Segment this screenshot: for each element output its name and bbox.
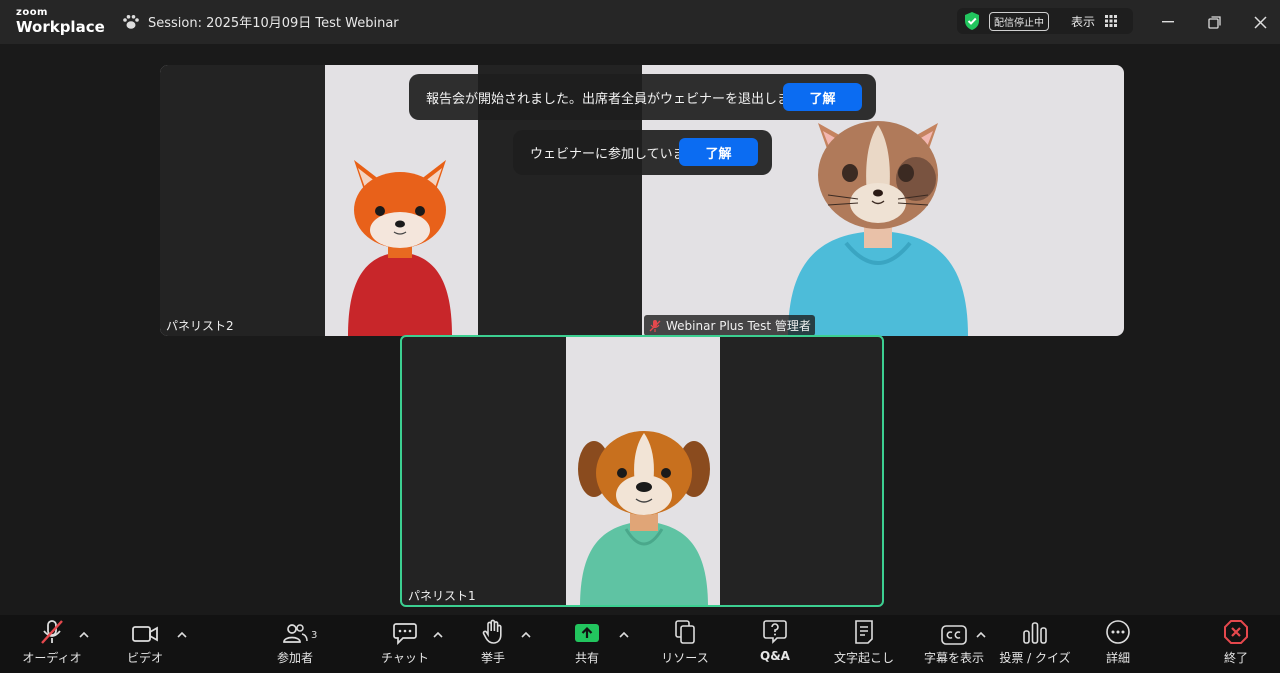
- participants-button[interactable]: 参加者: [265, 615, 325, 673]
- polls-button[interactable]: 投票 / クイズ: [998, 615, 1072, 673]
- participant-name: パネリスト1: [408, 589, 476, 603]
- resources-label: リソース: [661, 651, 709, 665]
- qa-label: Q&A: [760, 649, 790, 663]
- shield-check-icon: [965, 12, 979, 30]
- toast-message: 報告会が開始されました。出席者全員がウェビナーを退出しました。: [426, 91, 830, 107]
- captions-label: 字幕を表示: [923, 651, 984, 665]
- chevron-up-icon[interactable]: [976, 631, 986, 639]
- more-button[interactable]: 詳細: [1088, 615, 1148, 673]
- zoom-workplace-logo: zoom Workplace: [16, 8, 105, 35]
- raise-hand-button[interactable]: 挙手: [463, 615, 523, 673]
- end-call-icon: [1224, 620, 1248, 644]
- cat-avatar: [788, 121, 968, 336]
- participants-label: 参加者: [276, 651, 313, 665]
- toast-message: ウェビナーに参加しています: [530, 147, 699, 162]
- minimize-button[interactable]: [1156, 10, 1180, 34]
- close-icon: [1253, 15, 1267, 29]
- notification-toast: 報告会が開始されました。出席者全員がウェビナーを退出しました。 了解: [409, 74, 876, 120]
- active-speaker-video: パネリスト1: [400, 335, 884, 607]
- transcript-icon: [855, 620, 873, 644]
- logo-zoom-text: zoom: [16, 7, 48, 18]
- ok-button[interactable]: 了解: [679, 138, 758, 166]
- zoom-webinar-window: zoom Workplace Session: 2025年10月09日 Test…: [0, 0, 1280, 673]
- resources-icon: [675, 620, 695, 644]
- notification-toast: ウェビナーに参加しています 了解: [513, 130, 772, 175]
- ok-button[interactable]: 了解: [783, 83, 862, 111]
- video-name-tag: パネリスト1: [404, 585, 480, 605]
- chevron-up-icon[interactable]: [79, 631, 89, 639]
- end-label: 終了: [1223, 651, 1248, 665]
- chevron-up-icon[interactable]: [521, 631, 531, 639]
- qa-button[interactable]: Q&A: [745, 615, 805, 673]
- closed-caption-icon: [941, 625, 967, 645]
- chevron-up-icon[interactable]: [433, 631, 443, 639]
- chevron-up-icon[interactable]: [177, 631, 187, 639]
- muted-mic-icon: [649, 319, 661, 332]
- more-label: 詳細: [1105, 651, 1130, 665]
- restore-button[interactable]: [1202, 10, 1226, 34]
- transcript-label: 文字起こし: [834, 651, 895, 665]
- raise-hand-label: 挙手: [480, 651, 505, 665]
- video-name-tag: パネリスト2: [162, 315, 238, 336]
- resources-button[interactable]: リソース: [655, 615, 715, 673]
- chat-button[interactable]: チャット: [375, 615, 435, 673]
- poll-icon: [1023, 622, 1047, 644]
- dog-avatar: [578, 431, 710, 605]
- captions-button[interactable]: 字幕を表示: [922, 615, 986, 673]
- chat-label: チャット: [381, 651, 429, 665]
- status-pill[interactable]: 配信停止中 表示: [957, 8, 1133, 34]
- chevron-up-icon[interactable]: [619, 631, 629, 639]
- fox-avatar: [348, 160, 452, 336]
- participants-count: 3: [311, 630, 318, 641]
- muted-mic-icon: [41, 620, 63, 644]
- polls-label: 投票 / クイズ: [999, 651, 1071, 665]
- restore-icon: [1207, 15, 1221, 29]
- more-icon: [1106, 620, 1130, 644]
- end-button[interactable]: 終了: [1206, 615, 1266, 673]
- share-button[interactable]: 共有: [557, 615, 617, 673]
- streaming-stopped-badge: 配信停止中: [989, 11, 1049, 31]
- video-button[interactable]: ビデオ: [115, 615, 175, 673]
- grid-icon[interactable]: [1105, 15, 1118, 27]
- audio-label: オーディオ: [22, 651, 82, 665]
- logo-workplace-text: Workplace: [16, 18, 105, 36]
- video-name-tag: Webinar Plus Test 管理者: [644, 315, 815, 336]
- close-window-button[interactable]: [1248, 10, 1272, 34]
- participants-icon: [283, 624, 308, 643]
- paw-icon: [123, 14, 139, 29]
- chat-icon: [393, 623, 417, 645]
- session-title-area: Session: 2025年10月09日 Test Webinar: [122, 12, 399, 31]
- meeting-toolbar: オーディオ ビデオ 参加者 3 チャット 挙手 共有 リソース Q&A 文字起こ…: [0, 615, 1280, 673]
- share-screen-icon: [575, 624, 599, 642]
- video-dark-area-left: [160, 65, 325, 336]
- view-label[interactable]: 表示: [1071, 13, 1095, 30]
- participant-name: パネリスト2: [166, 319, 234, 333]
- qa-icon: [763, 620, 787, 644]
- transcript-button[interactable]: 文字起こし: [834, 615, 894, 673]
- minimize-icon: [1162, 21, 1174, 23]
- video-label: ビデオ: [126, 651, 163, 665]
- share-label: 共有: [574, 651, 599, 665]
- audio-button[interactable]: オーディオ: [22, 615, 82, 673]
- participant-name: Webinar Plus Test 管理者: [666, 319, 811, 333]
- session-title: Session: 2025年10月09日 Test Webinar: [148, 16, 399, 31]
- hand-icon: [482, 619, 502, 644]
- title-bar: zoom Workplace Session: 2025年10月09日 Test…: [0, 0, 1280, 44]
- video-camera-icon: [132, 626, 158, 642]
